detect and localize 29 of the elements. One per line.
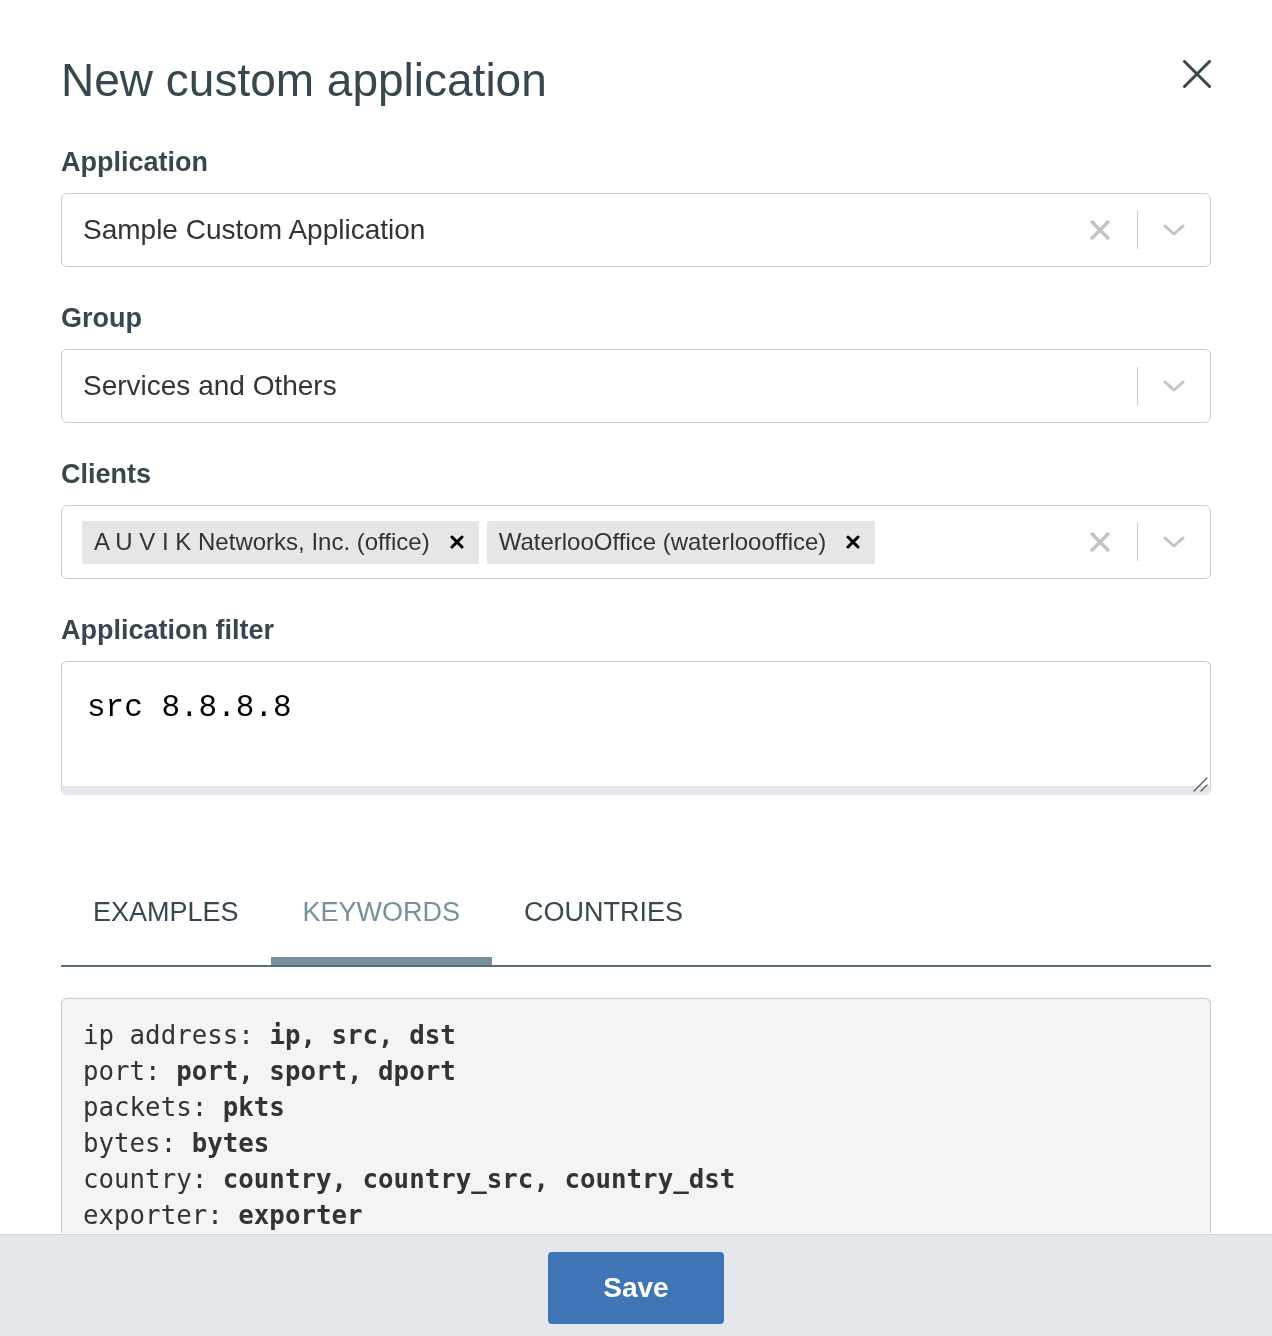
keyword-line: exporter: exporter bbox=[83, 1199, 363, 1232]
close-icon[interactable] bbox=[1183, 60, 1211, 88]
remove-icon[interactable] bbox=[846, 535, 861, 549]
clear-icon[interactable] bbox=[1090, 220, 1110, 240]
remove-icon[interactable] bbox=[449, 535, 464, 549]
save-button[interactable]: Save bbox=[548, 1252, 724, 1324]
field-label: Application bbox=[61, 146, 209, 178]
chevron-down-icon[interactable] bbox=[1163, 224, 1185, 236]
field-label: Clients bbox=[61, 458, 153, 490]
keyword-line: ip address: ip, src, dst bbox=[83, 1019, 456, 1052]
resize-grip-icon[interactable] bbox=[1193, 777, 1208, 792]
keyword-line: port: port, sport, dport bbox=[83, 1055, 456, 1088]
select-field[interactable]: Sample Custom Application bbox=[61, 193, 1211, 267]
dialog-title: New custom application bbox=[61, 53, 547, 108]
multi-select-field[interactable]: A U V I K Networks, Inc. (office) WaterlooOffice (waterloooffice) bbox=[61, 505, 1211, 579]
tab[interactable]: COUNTRIES bbox=[492, 875, 716, 965]
keyword-line: country: country, country_src, country_dst bbox=[83, 1163, 736, 1196]
field-label: Group bbox=[61, 302, 143, 334]
client-tag[interactable]: A U V I K Networks, Inc. (office) bbox=[82, 520, 479, 564]
client-tag[interactable]: WaterlooOffice (waterloooffice) bbox=[486, 520, 876, 564]
filter-textarea[interactable]: src 8.8.8.8 bbox=[61, 661, 1211, 795]
clear-icon[interactable] bbox=[1090, 532, 1110, 552]
keyword-line: packets: pkts bbox=[83, 1091, 285, 1124]
chevron-down-icon[interactable] bbox=[1163, 380, 1185, 392]
keyword-line: bytes: bytes bbox=[83, 1127, 270, 1160]
chevron-down-icon[interactable] bbox=[1163, 536, 1185, 548]
tab[interactable]: EXAMPLES bbox=[61, 875, 271, 965]
select-field[interactable]: Services and Others bbox=[61, 349, 1211, 423]
field-label: Application filter bbox=[61, 614, 275, 646]
